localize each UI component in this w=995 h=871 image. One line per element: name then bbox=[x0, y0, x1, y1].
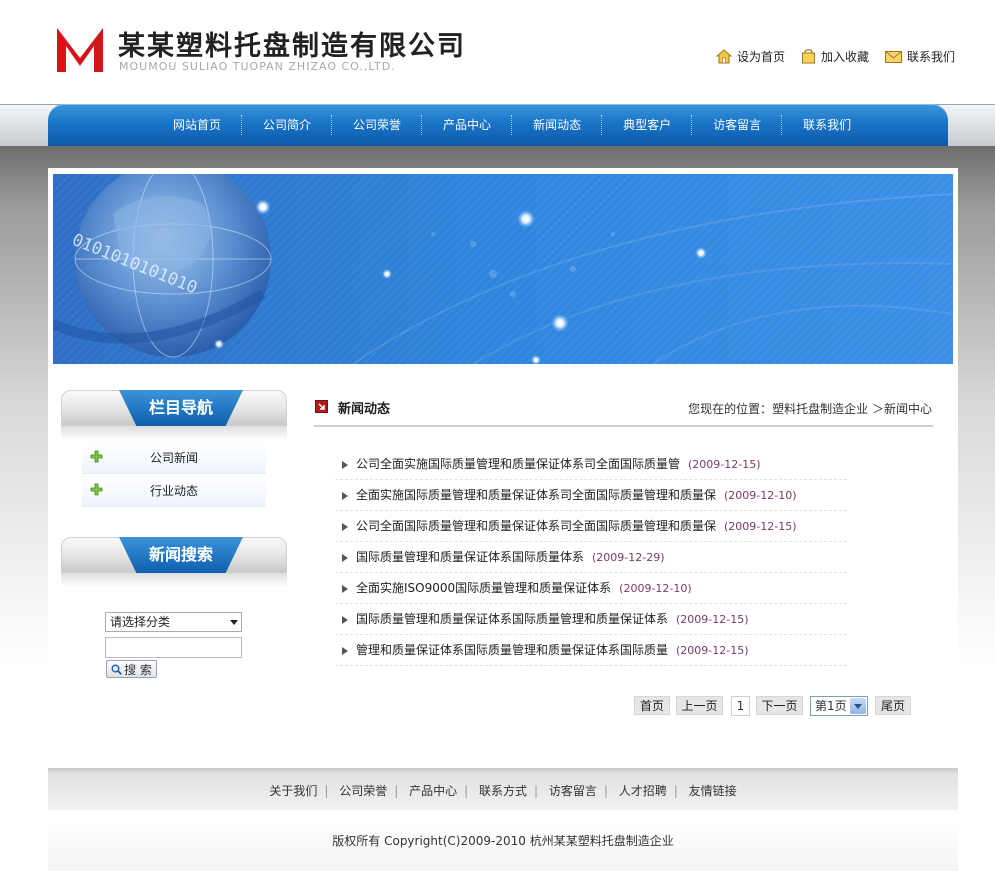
bullet-icon bbox=[342, 523, 348, 531]
footer-link-guestbook[interactable]: 访客留言 bbox=[549, 784, 597, 798]
section-icon bbox=[315, 400, 328, 413]
footer-separator: | bbox=[603, 784, 608, 798]
bullet-icon bbox=[342, 492, 348, 500]
news-date: (2009-12-15) bbox=[724, 520, 797, 533]
news-title[interactable]: 国际质量管理和质量保证体系国际质量体系 bbox=[356, 550, 584, 564]
news-section-header: 新闻动态 您现在的位置：塑料托盘制造企业 ＞新闻中心 bbox=[314, 397, 933, 427]
header-shadow bbox=[61, 426, 287, 440]
footer-separator: | bbox=[324, 784, 329, 798]
pager-current-page: 1 bbox=[731, 696, 750, 716]
category-company-news[interactable]: 公司新闻 bbox=[82, 443, 266, 474]
pager-last-button[interactable]: 尾页 bbox=[875, 696, 911, 715]
news-title[interactable]: 全面实施国际质量管理和质量保证体系司全面国际质量管理和质量保 bbox=[356, 488, 716, 502]
sidebar-nav-title: 栏目导航 bbox=[119, 390, 243, 426]
bullet-icon bbox=[342, 585, 348, 593]
footer-separator: | bbox=[394, 784, 399, 798]
header-shadow bbox=[61, 573, 287, 587]
news-item[interactable]: 全面实施ISO9000国际质量管理和质量保证体系 (2009-12-10) bbox=[335, 574, 847, 604]
hero-banner: 0101010101010 bbox=[53, 174, 953, 364]
bookmark-icon bbox=[801, 49, 815, 64]
bullet-icon bbox=[342, 554, 348, 562]
breadcrumb: 您现在的位置：塑料托盘制造企业 ＞新闻中心 bbox=[688, 402, 932, 416]
search-icon bbox=[111, 664, 123, 675]
contact-us-link[interactable]: 联系我们 bbox=[884, 48, 955, 65]
nav-item-news[interactable]: 新闻动态 bbox=[513, 104, 601, 146]
news-item[interactable]: 公司全面国际质量管理和质量保证体系司全面国际质量管理和质量保 (2009-12-1… bbox=[335, 512, 847, 542]
keyword-input[interactable] bbox=[105, 637, 242, 658]
pager-prev-button[interactable]: 上一页 bbox=[676, 696, 723, 715]
nav-bar: 网站首页 公司简介 公司荣誉 产品中心 新闻动态 典型客户 访客留言 联系我们 bbox=[48, 104, 948, 146]
header: 某某塑料托盘制造有限公司 MOUMOU SULIAO TUOPAN ZHIZAO… bbox=[0, 0, 995, 104]
set-homepage-link[interactable]: 设为首页 bbox=[715, 48, 785, 65]
nav-item-about[interactable]: 公司简介 bbox=[243, 104, 331, 146]
bullet-icon bbox=[342, 616, 348, 624]
nav-item-products[interactable]: 产品中心 bbox=[423, 104, 511, 146]
category-label: 公司新闻 bbox=[149, 451, 198, 465]
footer-link-honors[interactable]: 公司荣誉 bbox=[339, 784, 387, 798]
news-title[interactable]: 国际质量管理和质量保证体系国际质量管理和质量保证体系 bbox=[356, 612, 668, 626]
nav-item-honors[interactable]: 公司荣誉 bbox=[333, 104, 421, 146]
nav-item-home[interactable]: 网站首页 bbox=[153, 104, 241, 146]
footer-link-about[interactable]: 关于我们 bbox=[269, 784, 317, 798]
news-item[interactable]: 国际质量管理和质量保证体系国际质量管理和质量保证体系 (2009-12-15) bbox=[335, 605, 847, 635]
category-industry-news[interactable]: 行业动态 bbox=[82, 476, 266, 507]
bullet-icon bbox=[342, 647, 348, 655]
brand-name-english: MOUMOU SULIAO TUOPAN ZHIZAO CO.,LTD. bbox=[119, 60, 396, 73]
sidebar-search-title: 新闻搜索 bbox=[119, 537, 243, 573]
dropdown-arrow-icon bbox=[230, 620, 238, 625]
category-select[interactable]: 请选择分类 bbox=[105, 612, 242, 632]
news-item[interactable]: 全面实施国际质量管理和质量保证体系司全面国际质量管理和质量保 (2009-12-1… bbox=[335, 481, 847, 511]
news-date: (2009-12-29) bbox=[592, 551, 665, 564]
nav-item-contact[interactable]: 联系我们 bbox=[783, 104, 871, 146]
pager-select-value: 第1页 bbox=[815, 699, 847, 713]
news-item[interactable]: 管理和质量保证体系国际质量管理和质量保证体系国际质量 (2009-12-15) bbox=[335, 636, 847, 666]
news-item[interactable]: 国际质量管理和质量保证体系国际质量体系 (2009-12-29) bbox=[335, 543, 847, 573]
pager-next-button[interactable]: 下一页 bbox=[756, 696, 803, 715]
footer-separator: | bbox=[673, 784, 678, 798]
news-date: (2009-12-15) bbox=[676, 644, 749, 657]
brand-name: 某某塑料托盘制造有限公司 bbox=[118, 31, 466, 62]
footer-link-contact[interactable]: 联系方式 bbox=[479, 784, 527, 798]
copyright-text: 版权所有 Copyright(C)2009-2010 杭州某某塑料托盘制造企业 bbox=[48, 820, 958, 871]
add-favorite-link[interactable]: 加入收藏 bbox=[801, 48, 869, 65]
news-title[interactable]: 管理和质量保证体系国际质量管理和质量保证体系国际质量 bbox=[356, 643, 668, 657]
pager-first-button[interactable]: 首页 bbox=[634, 696, 670, 715]
home-icon bbox=[715, 49, 732, 64]
footer-navigation: 关于我们 | 公司荣誉 | 产品中心 | 联系方式 | 访客留言 | 人才招聘 | 友情链接 bbox=[48, 768, 958, 810]
mail-icon bbox=[884, 50, 902, 63]
category-label: 行业动态 bbox=[149, 484, 198, 498]
news-title[interactable]: 公司全面实施国际质量管理和质量保证体系司全面国际质量管 bbox=[356, 457, 680, 471]
section-title: 新闻动态 bbox=[338, 402, 391, 417]
contact-us-label: 联系我们 bbox=[906, 50, 955, 64]
footer-separator: | bbox=[464, 784, 469, 798]
news-title[interactable]: 公司全面国际质量管理和质量保证体系司全面国际质量管理和质量保 bbox=[356, 519, 716, 533]
set-homepage-label: 设为首页 bbox=[736, 50, 785, 64]
news-date: (2009-12-15) bbox=[676, 613, 749, 626]
news-title[interactable]: 全面实施ISO9000国际质量管理和质量保证体系 bbox=[356, 581, 611, 595]
top-links: 设为首页 加入收藏 联系我们 bbox=[715, 48, 955, 65]
news-date: (2009-12-10) bbox=[619, 582, 692, 595]
company-logo[interactable] bbox=[57, 28, 103, 72]
chevron-down-icon bbox=[850, 698, 866, 714]
nav-item-guestbook[interactable]: 访客留言 bbox=[693, 104, 781, 146]
main-navigation: 网站首页 公司简介 公司荣誉 产品中心 新闻动态 典型客户 访客留言 联系我们 bbox=[0, 104, 995, 148]
news-list: 公司全面实施国际质量管理和质量保证体系司全面国际质量管 (2009-12-15) … bbox=[335, 450, 847, 667]
footer-separator: | bbox=[534, 784, 539, 798]
footer-link-products[interactable]: 产品中心 bbox=[409, 784, 457, 798]
pager-page-select[interactable]: 第1页 bbox=[810, 696, 868, 716]
search-button[interactable]: 搜 索 bbox=[106, 660, 157, 678]
category-select-value: 请选择分类 bbox=[110, 615, 171, 629]
news-date: (2009-12-15) bbox=[688, 458, 761, 471]
footer-link-jobs[interactable]: 人才招聘 bbox=[619, 784, 667, 798]
add-favorite-label: 加入收藏 bbox=[820, 50, 869, 64]
news-date: (2009-12-10) bbox=[724, 489, 797, 502]
footer-link-friends[interactable]: 友情链接 bbox=[689, 784, 737, 798]
search-button-label: 搜 索 bbox=[124, 662, 152, 677]
sidebar-nav-header: 栏目导航 bbox=[61, 390, 287, 426]
sidebar-search-header: 新闻搜索 bbox=[61, 537, 287, 573]
bullet-icon bbox=[342, 461, 348, 469]
news-item[interactable]: 公司全面实施国际质量管理和质量保证体系司全面国际质量管 (2009-12-15) bbox=[335, 450, 847, 480]
nav-item-clients[interactable]: 典型客户 bbox=[603, 104, 691, 146]
